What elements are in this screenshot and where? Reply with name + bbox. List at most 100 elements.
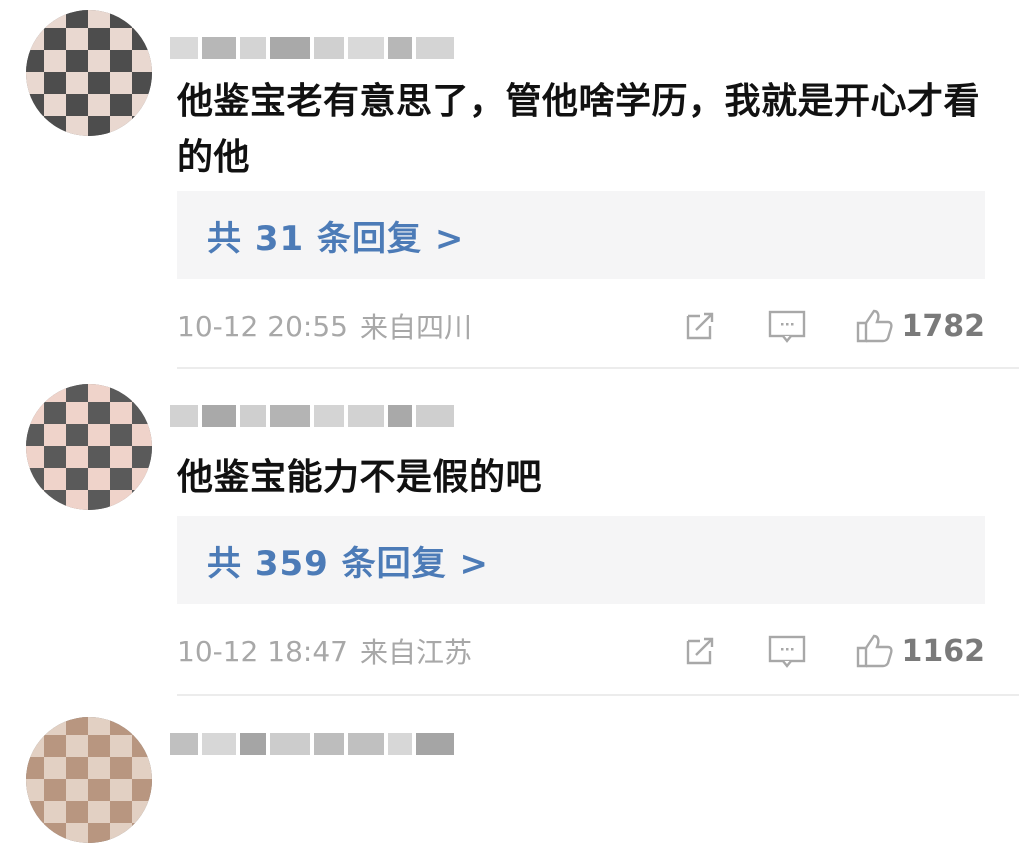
avatar[interactable] <box>26 717 152 843</box>
share-button[interactable] <box>682 304 718 348</box>
divider <box>177 694 1019 696</box>
username-blur-block <box>240 733 266 755</box>
avatar-mosaic-block <box>66 402 88 424</box>
avatar-mosaic-block <box>44 490 66 510</box>
reply-box[interactable]: 共 31 条回复 > <box>177 191 985 279</box>
avatar-mosaic-block <box>132 757 152 779</box>
avatar-mosaic-block <box>110 757 132 779</box>
avatar-mosaic-block <box>110 468 132 490</box>
comment-actions: 1782 <box>682 304 986 348</box>
username-blur-block <box>202 37 236 59</box>
view-replies-link[interactable]: 共 31 条回复 > <box>207 211 464 260</box>
avatar-mosaic-block <box>44 446 66 468</box>
comment-item: 他鉴宝能力不是假的吧 共 359 条回复 > 10-12 18:47 来自江苏 <box>0 370 1019 697</box>
avatar-mosaic-block <box>88 50 110 72</box>
avatar-mosaic-block <box>66 446 88 468</box>
username-blurred[interactable] <box>170 733 454 755</box>
share-icon <box>686 637 713 665</box>
like-icon <box>856 634 893 668</box>
avatar-mosaic-block <box>66 735 88 757</box>
avatar-mosaic-block <box>132 402 152 424</box>
comment-actions: 1162 <box>682 629 985 673</box>
avatar-mosaic-block <box>88 490 110 510</box>
avatar-mosaic-block <box>66 468 88 490</box>
comment-meta: 10-12 20:55 来自四川 1782 <box>177 304 985 348</box>
comment-location: 来自江苏 <box>359 636 472 669</box>
username-blur-block <box>348 37 384 59</box>
like-icon <box>856 309 893 343</box>
avatar-mosaic-block <box>88 757 110 779</box>
reply-box[interactable]: 共 359 条回复 > <box>177 516 985 604</box>
avatar-mosaic-block <box>132 801 152 823</box>
avatar-mosaic-block <box>26 823 44 843</box>
avatar[interactable] <box>26 10 152 136</box>
avatar-mosaic-block <box>88 116 110 136</box>
avatar-mosaic-block <box>88 735 110 757</box>
avatar-mosaic-block <box>26 757 44 779</box>
avatar-mosaic-block <box>110 779 132 801</box>
avatar[interactable] <box>26 384 152 510</box>
username-blur-block <box>270 405 310 427</box>
avatar-mosaic-block <box>26 468 44 490</box>
avatar-mosaic-block <box>110 424 132 446</box>
like-button[interactable]: 1782 <box>854 304 986 348</box>
avatar-mosaic-block <box>44 801 66 823</box>
avatar-mosaic-block <box>26 384 44 402</box>
username-blur-block <box>416 405 454 427</box>
username-blur-block <box>314 405 344 427</box>
avatar-mosaic-block <box>44 717 66 735</box>
avatar-mosaic-block <box>132 779 152 801</box>
username-blur-block <box>348 733 384 755</box>
like-count: 1782 <box>901 308 986 344</box>
view-replies-link[interactable]: 共 359 条回复 > <box>207 536 489 585</box>
comment-button[interactable] <box>768 304 806 348</box>
username-blur-block <box>270 733 310 755</box>
avatar-mosaic-block <box>110 402 132 424</box>
avatar-mosaic-block <box>88 402 110 424</box>
avatar-mosaic-block <box>44 384 66 402</box>
avatar-mosaic-block <box>110 446 132 468</box>
avatar-mosaic-block <box>132 116 152 136</box>
avatar-mosaic-block <box>88 779 110 801</box>
avatar-mosaic-block <box>44 10 66 28</box>
avatar-mosaic-block <box>132 490 152 510</box>
avatar-mosaic-block <box>66 116 88 136</box>
avatar-mosaic-block <box>132 717 152 735</box>
avatar-mosaic-block <box>44 28 66 50</box>
comment-meta: 10-12 18:47 来自江苏 1162 <box>177 629 985 673</box>
avatar-mosaic-block <box>110 94 132 116</box>
comment-time: 10-12 20:55 <box>177 309 348 343</box>
username-blur-block <box>388 733 412 755</box>
avatar-mosaic-block <box>88 10 110 28</box>
avatar-mosaic-block <box>66 72 88 94</box>
comment-icon <box>768 635 805 668</box>
username-blur-block <box>170 733 198 755</box>
avatar-mosaic-block <box>88 801 110 823</box>
avatar-mosaic-block <box>44 94 66 116</box>
avatar-mosaic-block <box>66 823 88 843</box>
username-blur-block <box>240 405 266 427</box>
avatar-mosaic-block <box>132 424 152 446</box>
avatar-mosaic-block <box>110 490 132 510</box>
comment-time: 10-12 18:47 <box>177 634 348 668</box>
avatar-mosaic-block <box>26 735 44 757</box>
avatar-mosaic-block <box>44 757 66 779</box>
avatar-mosaic-block <box>44 116 66 136</box>
share-button[interactable] <box>682 629 718 673</box>
avatar-mosaic-block <box>110 735 132 757</box>
avatar-mosaic-block <box>26 10 44 28</box>
username-blurred[interactable] <box>170 405 454 427</box>
username-blur-block <box>314 733 344 755</box>
avatar-mosaic-block <box>44 779 66 801</box>
avatar-mosaic-block <box>110 801 132 823</box>
avatar-mosaic-block <box>66 424 88 446</box>
username-blurred[interactable] <box>170 37 454 59</box>
avatar-mosaic-block <box>66 384 88 402</box>
avatar-mosaic-block <box>44 402 66 424</box>
avatar-mosaic-block <box>26 779 44 801</box>
like-button[interactable]: 1162 <box>854 629 985 673</box>
avatar-mosaic-block <box>132 28 152 50</box>
avatar-mosaic-block <box>26 801 44 823</box>
comment-button[interactable] <box>768 629 806 673</box>
avatar-mosaic-block <box>66 801 88 823</box>
